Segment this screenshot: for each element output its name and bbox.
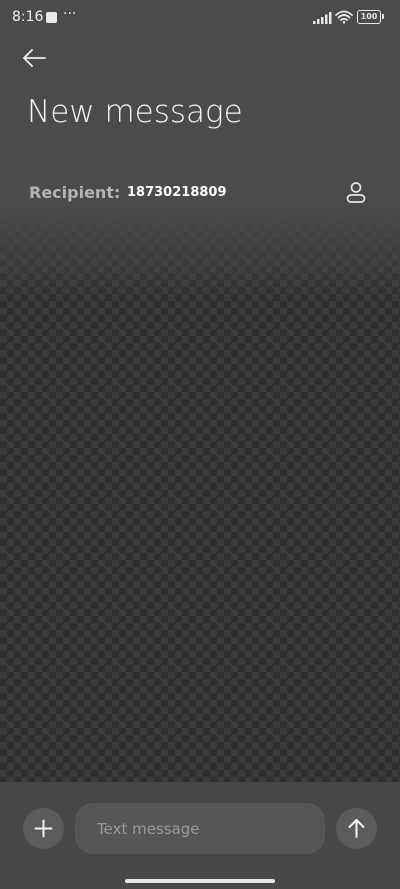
wifi-icon <box>335 10 353 24</box>
page-title: New message <box>27 94 243 130</box>
arrow-up-icon <box>348 819 365 838</box>
message-input[interactable] <box>75 803 325 854</box>
more-notifications-icon: ··· <box>63 6 77 22</box>
recipient-label: Recipient: <box>29 183 121 202</box>
arrow-left-icon <box>23 49 46 67</box>
signal-icon <box>313 12 333 24</box>
attach-button[interactable] <box>23 808 64 849</box>
recipient-value[interactable]: 18730218809 <box>127 185 227 200</box>
status-bar: 8:16 ··· 100 <box>0 0 400 36</box>
notification-square-icon <box>46 12 57 23</box>
plus-icon <box>34 819 53 838</box>
person-icon <box>346 182 366 203</box>
recipient-row[interactable]: Recipient: 18730218809 <box>29 178 373 208</box>
back-button[interactable] <box>14 40 54 76</box>
battery-tip <box>382 14 384 19</box>
battery-icon: 100 <box>357 10 384 24</box>
contact-picker-button[interactable] <box>341 178 371 208</box>
battery-level: 100 <box>357 10 381 24</box>
send-button[interactable] <box>336 808 377 849</box>
status-time: 8:16 <box>12 9 44 25</box>
home-indicator[interactable] <box>125 879 275 883</box>
header-background <box>0 0 400 300</box>
